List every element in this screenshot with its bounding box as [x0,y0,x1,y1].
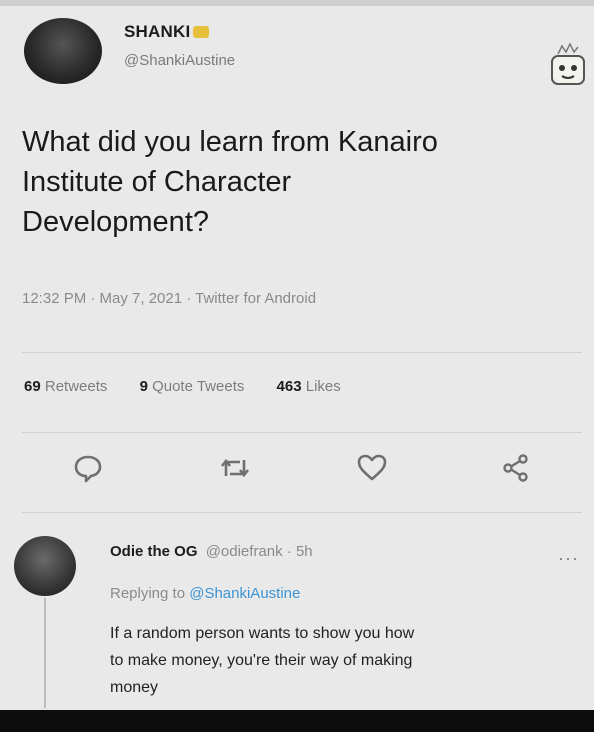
reply-line: money [110,679,159,696]
quotes-stat[interactable]: 9 Quote Tweets [140,378,245,395]
retweets-stat[interactable]: 69 Retweets [24,378,107,395]
divider [22,432,582,433]
reply-handle-time[interactable]: @odiefrank · 5h [206,543,313,560]
reply-line: If a random person wants to show you how [110,625,415,642]
more-options-icon[interactable]: ··· [558,548,579,569]
reply-icon[interactable] [70,450,106,486]
tweet-line: What did you learn from Kanairo [22,126,438,158]
replying-to-link[interactable]: @ShankiAustine [189,585,300,602]
bottom-edge [0,710,594,732]
reply-avatar[interactable] [14,536,76,596]
author-avatar[interactable] [24,18,102,84]
tweet-stats: 69 Retweets 9 Quote Tweets 463 Likes [24,378,369,395]
top-edge [0,0,594,6]
divider [22,512,582,513]
action-bar [0,450,594,490]
author-handle[interactable]: @ShankiAustine [124,52,235,69]
reply-author-name[interactable]: Odie the OG [110,543,198,560]
author-display-name[interactable]: SHANKI [124,22,210,42]
likes-count: 463 [276,378,302,395]
author-name-text: SHANKI [124,22,191,41]
likes-label: Likes [305,378,341,395]
sticker-icon [551,42,585,85]
reply-text: If a random person wants to show you how… [110,620,580,701]
tweet-line: Development? [22,206,209,238]
retweets-label: Retweets [44,378,108,395]
likes-stat[interactable]: 463 Likes [277,378,341,395]
divider [22,352,582,353]
reply-line: to make money, you're their way of makin… [110,652,413,669]
retweet-icon[interactable] [217,450,253,486]
reply-header: Odie the OG @odiefrank · 5h [110,543,313,560]
thread-line [44,598,46,708]
quotes-label: Quote Tweets [152,378,245,395]
emoji-icon [193,26,210,38]
tweet-meta: 12:32 PM · May 7, 2021 · Twitter for And… [22,290,317,307]
like-icon[interactable] [354,450,390,486]
quotes-count: 9 [139,378,148,395]
tweet-line: Institute of Character [22,166,292,198]
replying-to: Replying to @ShankiAustine [110,585,300,602]
replying-prefix: Replying to [110,585,186,602]
share-icon[interactable] [498,450,534,486]
tweet-text: What did you learn from Kanairo Institut… [22,122,582,242]
retweets-count: 69 [24,378,41,395]
